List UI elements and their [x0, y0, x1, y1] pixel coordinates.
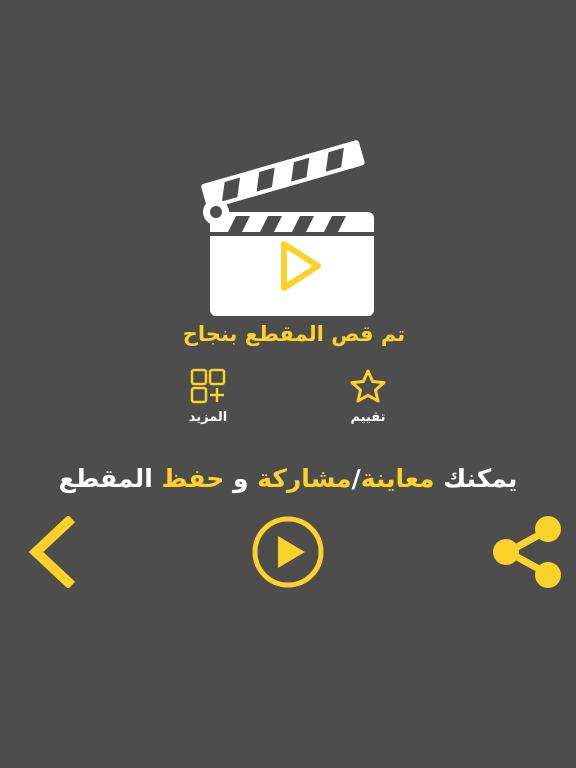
- hint-part-2: /: [351, 464, 361, 493]
- play-button[interactable]: [250, 514, 326, 590]
- hint-part-3: و: [224, 464, 258, 493]
- star-icon: [350, 369, 386, 403]
- clapperboard-illustration: [196, 128, 386, 328]
- share-icon: [493, 516, 561, 588]
- more-label: المزيد: [188, 410, 228, 425]
- hint-share: مشاركة: [257, 464, 352, 493]
- clapperboard-play-icon: [201, 140, 374, 316]
- chevron-left-icon: [28, 514, 76, 590]
- hint-preview: معاينة: [360, 464, 435, 493]
- apps-plus-icon: [190, 368, 226, 404]
- hint-text: يمكنك معاينة/مشاركة و حفظ المقطع: [0, 464, 576, 493]
- play-circle-icon: [252, 516, 324, 588]
- rate-button[interactable]: تقييم: [323, 368, 413, 425]
- back-button[interactable]: [24, 514, 80, 590]
- hint-part-4: المقطع: [58, 464, 162, 493]
- more-button[interactable]: المزيد: [163, 368, 253, 425]
- rate-label: تقييم: [350, 410, 386, 425]
- hint-part-1: يمكنك: [434, 464, 518, 493]
- share-button[interactable]: [488, 514, 566, 590]
- hint-save: حفظ: [161, 464, 225, 493]
- success-title: تم قص المقطع بنجاح: [182, 322, 406, 346]
